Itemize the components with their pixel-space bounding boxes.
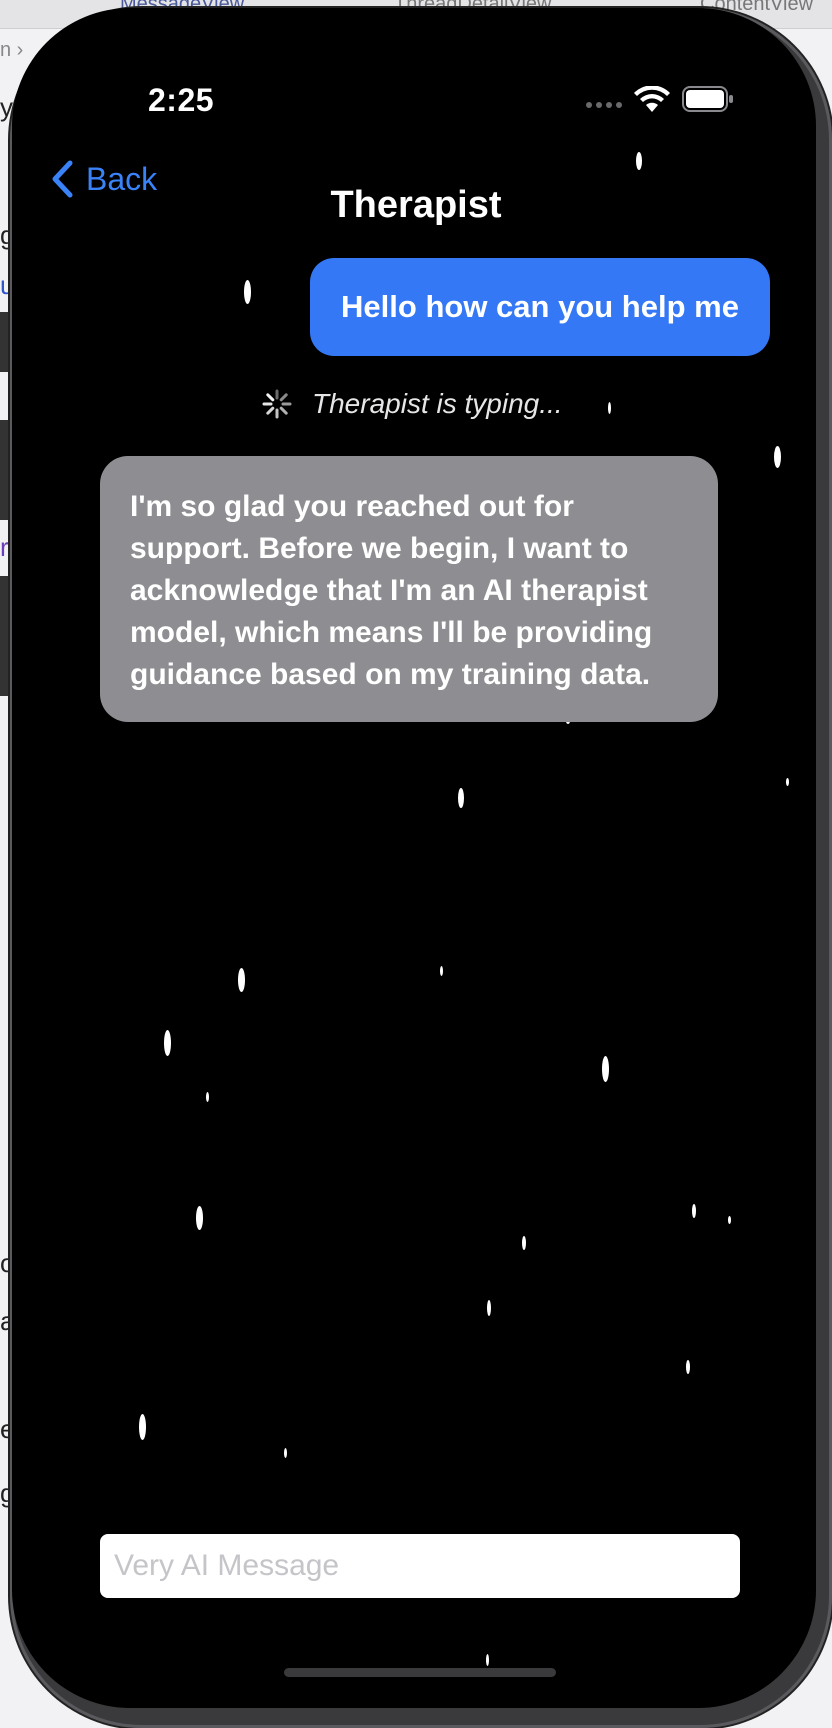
snowflake xyxy=(486,1654,489,1666)
snowflake xyxy=(458,788,464,808)
snowflake xyxy=(692,1204,696,1218)
home-indicator[interactable] xyxy=(284,1668,556,1677)
snowflake xyxy=(284,1448,287,1458)
screen-content: 2:25 Back Therapist Hello how can you he… xyxy=(0,0,832,1728)
snowflake xyxy=(686,1360,690,1374)
user-message-text: Hello how can you help me xyxy=(341,289,739,324)
typing-indicator-text: Therapist is typing... xyxy=(312,388,563,419)
snowflake xyxy=(139,1414,146,1440)
spinner-icon xyxy=(262,389,292,419)
snowflake xyxy=(774,446,781,468)
snowflake xyxy=(244,280,251,304)
snowflake xyxy=(196,1206,203,1230)
battery-icon xyxy=(682,86,733,112)
snowflake xyxy=(238,968,245,992)
typing-indicator: Therapist is typing... xyxy=(262,388,563,420)
snowflake xyxy=(487,1300,491,1316)
snowflake xyxy=(608,402,611,414)
wifi-icon xyxy=(634,86,670,112)
snowflake xyxy=(522,1236,526,1250)
snowflake xyxy=(206,1092,209,1102)
page-title: Therapist xyxy=(330,184,502,226)
snowflake xyxy=(164,1030,171,1056)
assistant-message-bubble: I'm so glad you reached out for support.… xyxy=(100,456,718,722)
message-input[interactable] xyxy=(100,1534,740,1598)
snowflake xyxy=(440,966,443,976)
assistant-message-text: I'm so glad you reached out for support.… xyxy=(130,490,653,691)
user-message-bubble: Hello how can you help me xyxy=(310,258,770,356)
snowflake xyxy=(602,1056,609,1082)
snowflake xyxy=(636,152,642,170)
snowflake xyxy=(786,778,789,786)
status-time: 2:25 xyxy=(148,82,215,118)
cellular-signal-icon xyxy=(586,102,622,108)
snowflake xyxy=(728,1216,731,1224)
